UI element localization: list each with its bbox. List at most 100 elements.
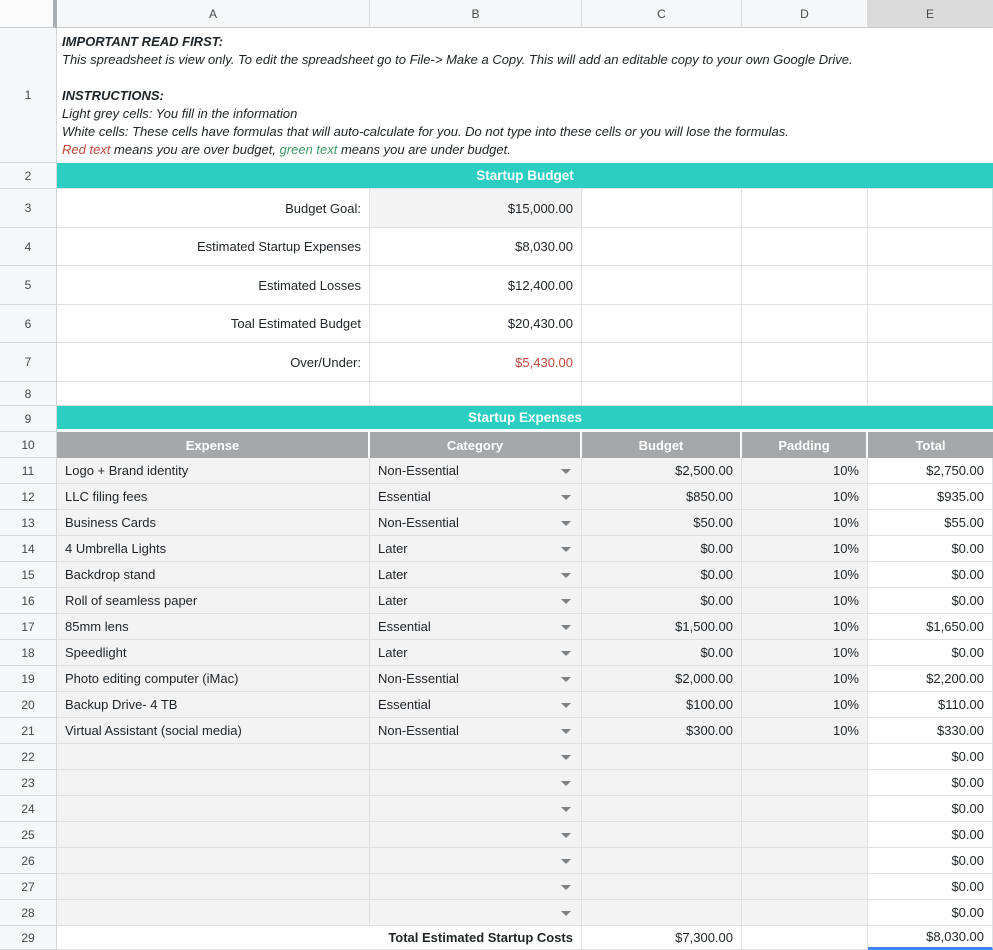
category-dropdown[interactable] [370, 874, 582, 900]
row-header[interactable]: 16 [0, 588, 57, 614]
budget-goal-label[interactable]: Budget Goal: [57, 189, 370, 228]
column-header-d[interactable]: D [742, 0, 868, 28]
expense-cell[interactable]: 85mm lens [57, 614, 370, 640]
budget-cell[interactable]: $2,000.00 [582, 666, 742, 692]
category-dropdown[interactable] [370, 822, 582, 848]
budget-cell[interactable]: $0.00 [582, 588, 742, 614]
budget-cell[interactable]: $0.00 [582, 562, 742, 588]
padding-cell[interactable]: 10% [742, 536, 868, 562]
expense-cell[interactable]: Backup Drive- 4 TB [57, 692, 370, 718]
budget-cell[interactable] [582, 848, 742, 874]
total-cell[interactable]: $0.00 [868, 536, 993, 562]
padding-cell[interactable] [742, 770, 868, 796]
expense-cell[interactable] [57, 900, 370, 926]
row-header[interactable]: 12 [0, 484, 57, 510]
row-header[interactable]: 7 [0, 343, 57, 382]
chevron-down-icon[interactable] [561, 703, 571, 708]
chevron-down-icon[interactable] [561, 573, 571, 578]
empty-cell[interactable] [582, 382, 742, 406]
total-label-cell[interactable]: Total Estimated Startup Costs [57, 926, 582, 950]
estimated-expenses-label[interactable]: Estimated Startup Expenses [57, 228, 370, 266]
column-header-b[interactable]: B [370, 0, 582, 28]
total-cell[interactable]: $0.00 [868, 562, 993, 588]
row-header[interactable]: 5 [0, 266, 57, 305]
empty-cell[interactable] [582, 189, 742, 228]
row-header[interactable]: 13 [0, 510, 57, 536]
category-dropdown[interactable]: Non-Essential [370, 458, 582, 484]
expense-cell[interactable]: Speedlight [57, 640, 370, 666]
row-header[interactable]: 24 [0, 796, 57, 822]
budget-cell[interactable]: $2,500.00 [582, 458, 742, 484]
chevron-down-icon[interactable] [561, 547, 571, 552]
padding-cell[interactable] [742, 796, 868, 822]
budget-cell[interactable]: $850.00 [582, 484, 742, 510]
chevron-down-icon[interactable] [561, 781, 571, 786]
budget-cell[interactable] [582, 874, 742, 900]
estimated-losses-label[interactable]: Estimated Losses [57, 266, 370, 305]
total-cell[interactable]: $0.00 [868, 744, 993, 770]
empty-cell[interactable] [868, 228, 993, 266]
empty-cell[interactable] [742, 305, 868, 343]
budget-cell[interactable] [582, 822, 742, 848]
expense-cell[interactable]: Business Cards [57, 510, 370, 536]
row-header[interactable]: 29 [0, 926, 57, 950]
budget-cell[interactable] [582, 900, 742, 926]
empty-cell[interactable] [582, 343, 742, 382]
padding-cell[interactable] [742, 900, 868, 926]
budget-cell[interactable]: $0.00 [582, 536, 742, 562]
expense-cell[interactable] [57, 770, 370, 796]
total-estimated-budget-value[interactable]: $20,430.00 [370, 305, 582, 343]
estimated-expenses-value[interactable]: $8,030.00 [370, 228, 582, 266]
padding-cell[interactable]: 10% [742, 510, 868, 536]
category-dropdown[interactable]: Essential [370, 614, 582, 640]
chevron-down-icon[interactable] [561, 625, 571, 630]
expense-cell[interactable]: Roll of seamless paper [57, 588, 370, 614]
expense-cell[interactable] [57, 822, 370, 848]
row-header[interactable]: 18 [0, 640, 57, 666]
category-dropdown[interactable]: Non-Essential [370, 718, 582, 744]
padding-cell[interactable]: 10% [742, 458, 868, 484]
total-cell[interactable]: $0.00 [868, 796, 993, 822]
instructions-cell[interactable]: IMPORTANT READ FIRST: This spreadsheet i… [62, 33, 987, 159]
column-header-e[interactable]: E [868, 0, 993, 28]
chevron-down-icon[interactable] [561, 469, 571, 474]
total-cell[interactable]: $55.00 [868, 510, 993, 536]
padding-cell[interactable]: 10% [742, 640, 868, 666]
category-dropdown[interactable]: Essential [370, 484, 582, 510]
total-cell[interactable]: $0.00 [868, 874, 993, 900]
expense-cell[interactable]: Photo editing computer (iMac) [57, 666, 370, 692]
expense-column-header[interactable]: Expense [57, 432, 370, 458]
category-column-header[interactable]: Category [370, 432, 582, 458]
expense-cell[interactable] [57, 848, 370, 874]
row-header[interactable]: 22 [0, 744, 57, 770]
total-cell[interactable]: $935.00 [868, 484, 993, 510]
expense-cell[interactable] [57, 874, 370, 900]
budget-goal-value[interactable]: $15,000.00 [370, 189, 582, 228]
padding-cell[interactable] [742, 874, 868, 900]
category-dropdown[interactable]: Non-Essential [370, 510, 582, 536]
budget-cell[interactable]: $300.00 [582, 718, 742, 744]
category-dropdown[interactable]: Later [370, 562, 582, 588]
budget-cell[interactable]: $50.00 [582, 510, 742, 536]
empty-cell[interactable] [582, 228, 742, 266]
chevron-down-icon[interactable] [561, 651, 571, 656]
budget-cell[interactable] [582, 744, 742, 770]
category-dropdown[interactable] [370, 848, 582, 874]
row-header[interactable]: 2 [0, 163, 57, 189]
total-cell[interactable]: $0.00 [868, 822, 993, 848]
empty-cell[interactable] [582, 305, 742, 343]
row-header[interactable]: 25 [0, 822, 57, 848]
budget-cell[interactable] [582, 796, 742, 822]
row-header[interactable]: 8 [0, 382, 57, 406]
empty-cell[interactable] [868, 382, 993, 406]
category-dropdown[interactable] [370, 796, 582, 822]
expense-cell[interactable]: Virtual Assistant (social media) [57, 718, 370, 744]
empty-cell[interactable] [582, 266, 742, 305]
select-all-corner[interactable] [0, 0, 57, 28]
chevron-down-icon[interactable] [561, 859, 571, 864]
category-dropdown[interactable]: Later [370, 640, 582, 666]
row-header[interactable]: 28 [0, 900, 57, 926]
empty-cell[interactable] [742, 266, 868, 305]
empty-cell[interactable] [370, 382, 582, 406]
empty-cell[interactable] [868, 266, 993, 305]
